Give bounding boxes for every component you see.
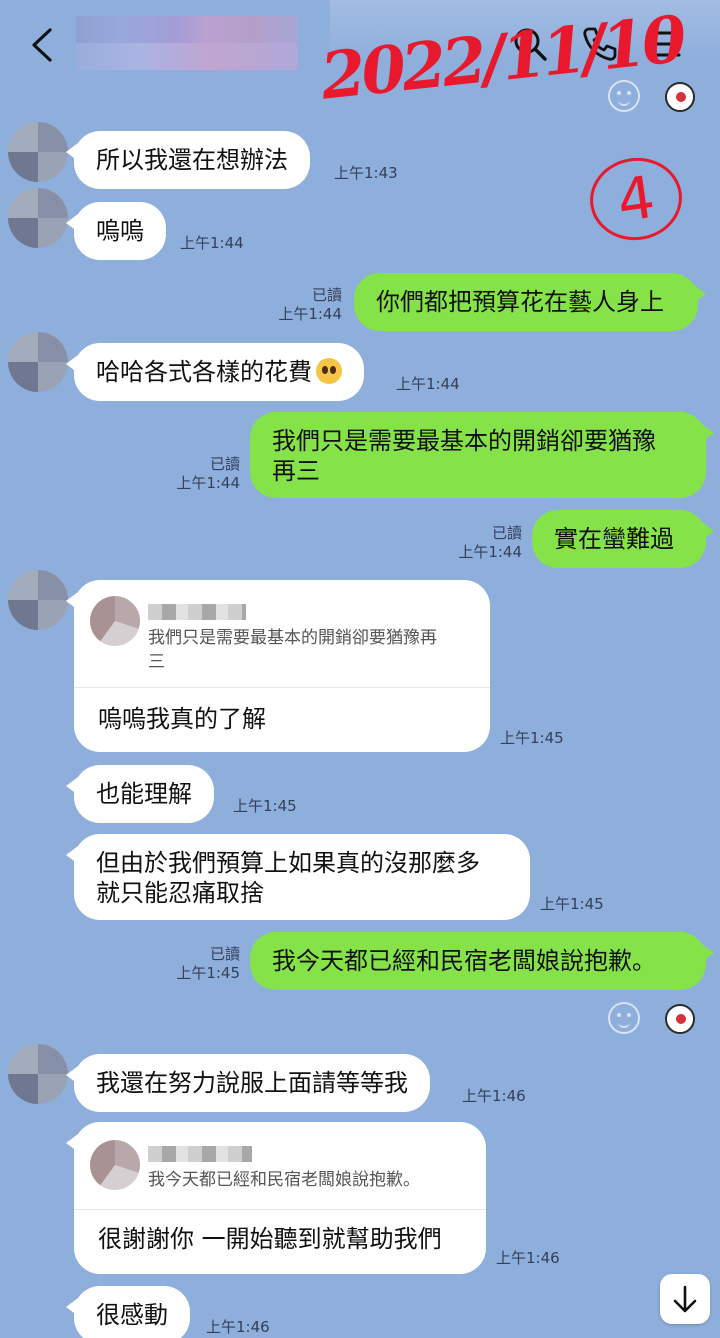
- smile-reaction-icon[interactable]: [608, 80, 640, 112]
- reply-message-bubble[interactable]: 我們只是需要最基本的開銷卻要猶豫再 三 嗚嗚我真的了解: [66, 580, 490, 752]
- message-bubble[interactable]: 我們只是需要最基本的開銷卻要猶豫 再三: [250, 412, 714, 498]
- read-receipt: 已讀: [311, 286, 342, 304]
- chevron-left-icon[interactable]: [26, 26, 60, 64]
- avatar[interactable]: [8, 1044, 68, 1104]
- quoted-name-blurred: [148, 604, 246, 620]
- message-bubble[interactable]: 所以我還在想辦法: [66, 131, 310, 189]
- message-bubble[interactable]: 很感動: [66, 1286, 190, 1338]
- sticker-reaction-icon[interactable]: [665, 82, 695, 112]
- sticker-reaction-icon[interactable]: [665, 1004, 695, 1034]
- avatar[interactable]: [8, 122, 68, 182]
- contact-name-blurred: [76, 16, 298, 70]
- message-time: 上午1:45: [540, 895, 604, 913]
- message-time: 上午1:44: [458, 543, 522, 561]
- message-bubble[interactable]: 嗚嗚: [66, 202, 166, 260]
- message-bubble[interactable]: 實在蠻難過: [532, 510, 714, 568]
- smile-reaction-icon[interactable]: [608, 1002, 640, 1034]
- avatar[interactable]: [8, 570, 68, 630]
- avatar[interactable]: [8, 332, 68, 392]
- quoted-text: 我們只是需要最基本的開銷卻要猶豫再 三: [148, 628, 437, 672]
- quoted-message[interactable]: 我今天都已經和民宿老闆娘說抱歉。: [74, 1122, 486, 1210]
- quoted-name-blurred: [148, 1146, 252, 1162]
- read-receipt: 已讀: [209, 945, 240, 963]
- message-time: 上午1:44: [396, 375, 460, 393]
- message-bubble[interactable]: 但由於我們預算上如果真的沒那麼多 就只能忍痛取捨: [66, 834, 530, 920]
- message-bubble[interactable]: 哈哈各式各樣的花費: [66, 343, 364, 401]
- quoted-text: 我今天都已經和民宿老闆娘說抱歉。: [148, 1170, 420, 1190]
- pleading-face-emoji-icon: [316, 358, 342, 384]
- message-time: 上午1:45: [176, 964, 240, 982]
- scroll-to-bottom-button[interactable]: [660, 1274, 710, 1324]
- message-bubble[interactable]: 我還在努力說服上面請等等我: [66, 1054, 430, 1112]
- message-time: 上午1:45: [233, 797, 297, 815]
- message-time: 上午1:44: [180, 234, 244, 252]
- arrow-down-icon: [673, 1285, 697, 1313]
- read-receipt: 已讀: [209, 455, 240, 473]
- reply-text: 很謝謝你 一開始聽到就幫助我們: [98, 1225, 442, 1253]
- quoted-message[interactable]: 我們只是需要最基本的開銷卻要猶豫再 三: [74, 580, 490, 688]
- reply-message-bubble[interactable]: 我今天都已經和民宿老闆娘說抱歉。 很謝謝你 一開始聽到就幫助我們: [66, 1122, 486, 1274]
- quoted-avatar: [90, 1140, 140, 1190]
- message-bubble[interactable]: 我今天都已經和民宿老闆娘說抱歉。: [250, 932, 714, 990]
- message-time: 上午1:46: [206, 1318, 270, 1336]
- message-time: 上午1:44: [176, 474, 240, 492]
- avatar[interactable]: [8, 188, 68, 248]
- message-bubble[interactable]: 也能理解: [66, 765, 214, 823]
- message-time: 上午1:44: [278, 305, 342, 323]
- message-bubble[interactable]: 你們都把預算花在藝人身上: [354, 273, 706, 331]
- circled-number: 4: [584, 151, 688, 247]
- message-time: 上午1:43: [334, 164, 398, 182]
- message-time: 上午1:45: [500, 729, 564, 747]
- message-text: 哈哈各式各樣的花費: [96, 358, 312, 386]
- quoted-avatar: [90, 596, 140, 646]
- message-time: 上午1:46: [462, 1087, 526, 1105]
- reply-text: 嗚嗚我真的了解: [98, 705, 266, 733]
- message-time: 上午1:46: [496, 1249, 560, 1267]
- read-receipt: 已讀: [491, 524, 522, 542]
